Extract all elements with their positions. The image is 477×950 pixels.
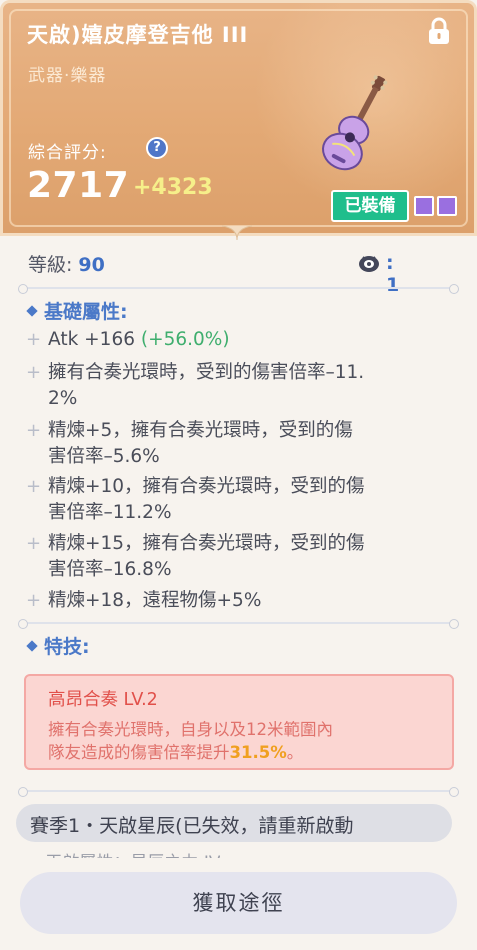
attribute-text-cont: 害倍率–16.8%: [48, 559, 172, 580]
attribute-bonus: (+56.0%): [140, 329, 230, 350]
gem-label: :: [386, 252, 394, 274]
base-attributes-heading: 基礎屬性:: [26, 297, 128, 324]
score-value: 2717: [27, 165, 130, 206]
attribute-text: 精煉+15，擁有合奏光環時，受到的傷: [48, 533, 365, 554]
attribute-text-cont: 害倍率–5.6%: [48, 446, 160, 467]
equipped-badge: 已裝備: [331, 190, 409, 222]
skill-desc-line: 隊友造成的傷害倍率提升: [48, 743, 230, 762]
acquire-route-button[interactable]: 獲取途徑: [20, 872, 457, 934]
season-attribute-partial: • 天啟屬性：星辰之力 IV: [30, 848, 220, 858]
attribute-text-cont: 害倍率–11.2%: [48, 502, 172, 523]
plus-icon: +: [26, 420, 42, 441]
plus-icon: +: [26, 533, 42, 554]
attribute-text: 擁有合奏光環時，受到的傷害倍率–11.: [48, 362, 365, 383]
attribute-item: + 精煉+15，擁有合奏光環時，受到的傷 害倍率–16.8%: [26, 531, 448, 583]
attribute-text: 精煉+10，擁有合奏光環時，受到的傷: [48, 476, 365, 497]
attribute-text: 精煉+5，擁有合奏光環時，受到的傷: [48, 420, 353, 441]
plus-icon: +: [26, 476, 42, 497]
plus-icon: +: [26, 329, 42, 350]
help-icon[interactable]: ?: [148, 139, 166, 157]
slot-icon: [414, 196, 434, 216]
attribute-item: + 精煉+5，擁有合奏光環時，受到的傷 害倍率–5.6%: [26, 418, 448, 470]
skill-description: 擁有合奏光環時，自身以及12米範圍內 隊友造成的傷害倍率提升31.5%。: [48, 718, 448, 764]
diamond-icon: [26, 639, 38, 652]
item-header-card: 天啟)嬉皮摩登吉他 III 武器·樂器 綜合評分: ? 2717 +4323 已…: [0, 0, 477, 236]
attribute-item: + 擁有合奏光環時，受到的傷害倍率–11. 2%: [26, 360, 448, 412]
level-row: 等級: 90: [28, 250, 105, 277]
gem-value: 1: [386, 274, 400, 296]
skill-desc-highlight: 31.5%: [229, 743, 287, 762]
attribute-text-cont: 2%: [48, 388, 78, 409]
skill-card: 高昂合奏 LV.2 擁有合奏光環時，自身以及12米範圍內 隊友造成的傷害倍率提升…: [24, 674, 454, 770]
score-label: 綜合評分:: [28, 143, 107, 163]
base-attributes-heading-text: 基礎屬性:: [44, 301, 128, 323]
season-bar[interactable]: 賽季1・天啟星辰(已失效，請重新啟動: [16, 804, 452, 842]
skill-desc-end: 。: [286, 743, 304, 762]
skill-title: 高昂合奏 LV.2: [48, 690, 158, 710]
lock-icon[interactable]: [426, 17, 452, 45]
divider: [18, 284, 459, 294]
attribute-text: Atk +166: [48, 329, 141, 350]
score-delta: +4323: [133, 175, 213, 200]
skill-desc-line: 擁有合奏光環時，自身以及12米範圍內: [48, 720, 333, 739]
skill-heading-text: 特技:: [44, 636, 90, 658]
gem-count: : 1: [386, 252, 399, 296]
header-ornament: [222, 225, 252, 240]
diamond-icon: [26, 304, 38, 317]
divider: [18, 619, 459, 629]
attribute-item: + 精煉+18，遠程物傷+5%: [26, 588, 448, 614]
attribute-item: + 精煉+10，擁有合奏光環時，受到的傷 害倍率–11.2%: [26, 474, 448, 526]
skill-heading: 特技:: [26, 632, 90, 659]
item-name: 天啟)嬉皮摩登吉他 III: [27, 23, 249, 47]
scroll-fade: [0, 860, 477, 872]
plus-icon: +: [26, 590, 42, 611]
plus-icon: +: [26, 362, 42, 383]
attribute-item: + Atk +166 (+56.0%): [26, 327, 448, 353]
level-value: 90: [78, 254, 105, 276]
slot-icon: [437, 196, 457, 216]
gem-icon: [359, 256, 379, 272]
attribute-text: 精煉+18，遠程物傷+5%: [48, 590, 262, 611]
divider: [18, 787, 459, 797]
level-label: 等級:: [28, 254, 73, 276]
item-category: 武器·樂器: [28, 66, 107, 86]
guitar-icon: [322, 75, 388, 171]
season-text: 賽季1・天啟星辰(已失效，請重新啟動: [30, 815, 354, 837]
